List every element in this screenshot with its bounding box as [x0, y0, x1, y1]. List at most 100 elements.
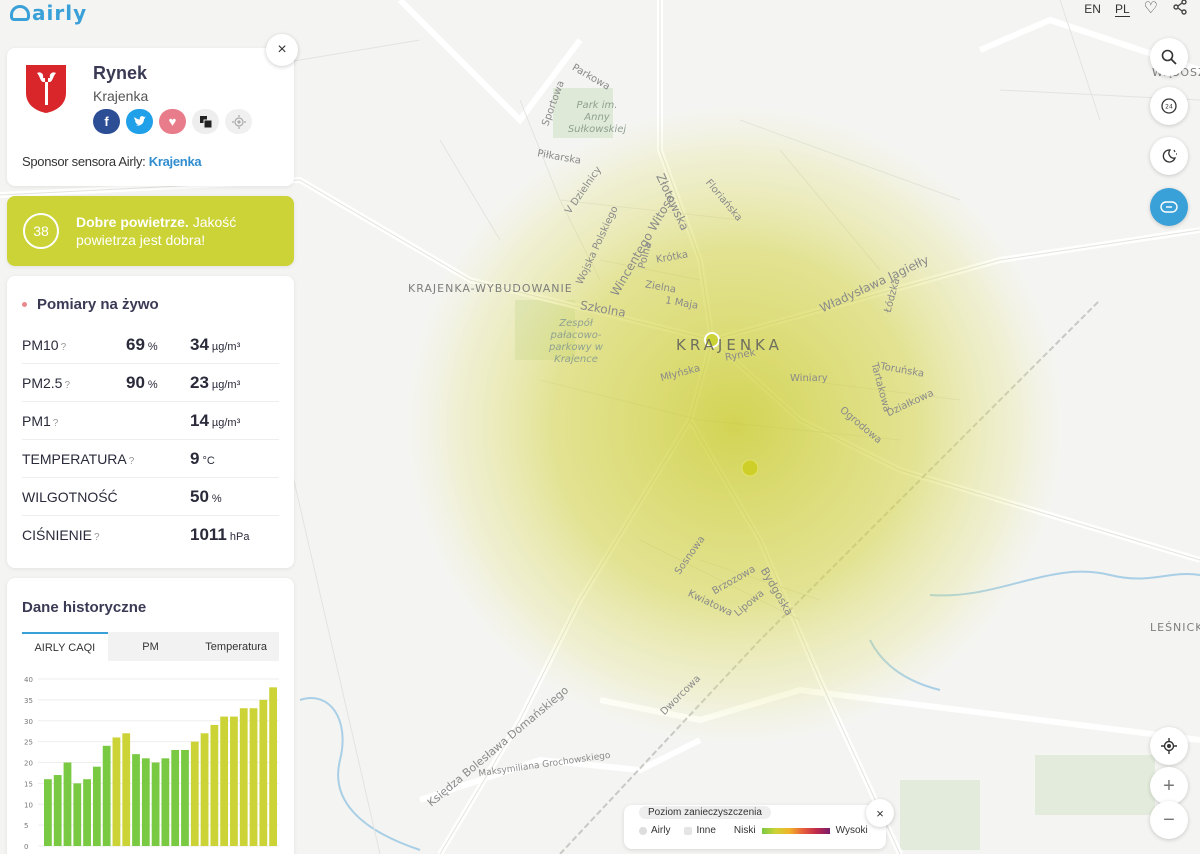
- measurement-label: TEMPERATURA: [22, 450, 127, 467]
- measurement-value: 23 µg/m³: [190, 373, 240, 393]
- history-bar[interactable]: [239, 708, 248, 846]
- airly-dot-icon: [639, 826, 647, 835]
- measurement-row: CIŚNIENIE? 1011 hPa: [22, 516, 279, 554]
- history-bar[interactable]: [102, 745, 111, 846]
- favorite-heart-icon[interactable]: ♥: [159, 109, 186, 134]
- history-title: Dane historyczne: [22, 599, 147, 616]
- history-bar[interactable]: [269, 687, 277, 846]
- legend-airly[interactable]: Airly: [651, 825, 670, 836]
- history-bar[interactable]: [83, 779, 91, 846]
- value-number: 9: [190, 448, 200, 468]
- history-bar[interactable]: [181, 749, 189, 846]
- zoom-out-button[interactable]: −: [1150, 801, 1188, 839]
- y-tick-label: 35: [24, 697, 33, 705]
- history-bar[interactable]: [249, 708, 258, 846]
- history-24h-icon: 24: [1161, 98, 1177, 114]
- zoom-in-button[interactable]: +: [1150, 767, 1188, 805]
- widget-icon[interactable]: [192, 109, 219, 134]
- street-label: Winiary: [790, 373, 828, 384]
- history-bar[interactable]: [53, 775, 62, 846]
- twitter-icon[interactable]: [126, 109, 153, 134]
- minus-icon: −: [1163, 808, 1175, 831]
- history-24h-button[interactable]: 24: [1150, 87, 1188, 125]
- history-bar[interactable]: [44, 779, 52, 846]
- measurement-percent: [126, 411, 190, 431]
- history-bar[interactable]: [151, 762, 160, 847]
- measurement-row: PM1? 14 µg/m³: [22, 402, 279, 440]
- layers-icon: [1160, 201, 1178, 213]
- place-label: KRAJENKA-WYBUDOWANIE: [408, 282, 573, 295]
- history-bar[interactable]: [63, 762, 72, 847]
- share-icon[interactable]: [1172, 0, 1188, 19]
- caqi-description: Dobre powietrze. Jakość powietrza jest d…: [76, 213, 276, 249]
- pollution-legend: Poziom zanieczyszczenia Airly Inne Niski…: [624, 805, 886, 849]
- heart-icon[interactable]: ♡: [1144, 1, 1158, 17]
- legend-low: Niski: [733, 825, 756, 836]
- close-legend-button[interactable]: ×: [866, 799, 894, 827]
- lang-en-button[interactable]: EN: [1084, 2, 1101, 16]
- history-card: Dane historyczne AIRLY CAQI PM Temperatu…: [7, 578, 294, 854]
- history-bar-chart[interactable]: 0 5 10 15 20 25 30 35 40: [22, 674, 279, 850]
- value-number: 23: [190, 372, 209, 392]
- measurement-name: TEMPERATURA?: [22, 450, 134, 467]
- facebook-icon[interactable]: f: [93, 109, 120, 134]
- value-unit: hPa: [229, 531, 250, 543]
- search-button[interactable]: [1150, 38, 1188, 76]
- tab-pm[interactable]: PM: [108, 632, 194, 661]
- locate-station-icon[interactable]: [225, 109, 252, 134]
- lang-pl-button[interactable]: PL: [1114, 2, 1130, 17]
- measurement-value: 14 µg/m³: [190, 411, 240, 431]
- history-bar[interactable]: [190, 741, 199, 846]
- value-unit: µg/m³: [211, 340, 241, 353]
- help-icon[interactable]: ?: [53, 418, 59, 429]
- tab-airly-caqi[interactable]: AIRLY CAQI: [22, 632, 108, 661]
- help-icon[interactable]: ?: [64, 380, 70, 391]
- history-bar[interactable]: [259, 699, 268, 846]
- value-unit: µg/m³: [211, 378, 241, 391]
- measurement-row: TEMPERATURA? 9 °C: [22, 440, 279, 478]
- y-tick-label: 0: [24, 843, 28, 850]
- measurement-percent: [126, 449, 190, 469]
- weather-button[interactable]: [1150, 137, 1188, 175]
- measurement-percent: 90%: [126, 373, 190, 393]
- history-bar[interactable]: [141, 758, 150, 846]
- live-measurements-card: Pomiary na żywo PM10? 69% 34 µg/m³ PM2.5? 90%…: [7, 276, 294, 568]
- measurement-row: PM10? 69% 34 µg/m³: [22, 326, 279, 364]
- sponsor-link[interactable]: Krajenka: [149, 154, 202, 169]
- close-panel-button[interactable]: ×: [266, 34, 298, 66]
- station-city: Krajenka: [93, 88, 149, 104]
- history-bar[interactable]: [230, 716, 238, 846]
- measurement-name: PM10?: [22, 337, 126, 353]
- live-dot-icon: [22, 302, 27, 307]
- station-name: Rynek: [93, 63, 148, 83]
- layers-button[interactable]: [1150, 188, 1188, 226]
- history-bar[interactable]: [200, 733, 209, 846]
- measurement-percent: [126, 525, 190, 545]
- tab-temperature[interactable]: Temperatura: [193, 632, 279, 661]
- history-bar[interactable]: [122, 733, 131, 846]
- history-bar[interactable]: [92, 766, 101, 846]
- caqi-value: 38: [23, 213, 59, 249]
- measurement-value: 50%: [190, 487, 222, 507]
- weather-icon: [1162, 149, 1177, 163]
- history-bar[interactable]: [132, 754, 140, 846]
- history-bar[interactable]: [220, 716, 229, 846]
- value-number: 34: [190, 334, 209, 354]
- history-bar[interactable]: [112, 737, 121, 846]
- help-icon[interactable]: ?: [61, 342, 67, 353]
- crosshair-icon: [1161, 738, 1177, 754]
- measurement-label: PM1: [22, 412, 51, 429]
- airly-logo[interactable]: airly: [10, 0, 87, 26]
- y-tick-label: 25: [24, 739, 33, 747]
- y-tick-label: 30: [24, 718, 33, 726]
- history-bar[interactable]: [210, 724, 219, 846]
- search-icon: [1161, 49, 1177, 65]
- help-icon[interactable]: ?: [94, 532, 100, 543]
- history-bar[interactable]: [171, 749, 180, 846]
- legend-inne[interactable]: Inne: [696, 825, 715, 836]
- history-bar[interactable]: [73, 783, 82, 846]
- station-card: Rynek Krajenka f ♥ Sponsor sensora Airly…: [7, 48, 294, 186]
- other-square-icon: [684, 826, 693, 835]
- locate-me-button[interactable]: [1150, 727, 1188, 765]
- history-bar[interactable]: [161, 758, 170, 846]
